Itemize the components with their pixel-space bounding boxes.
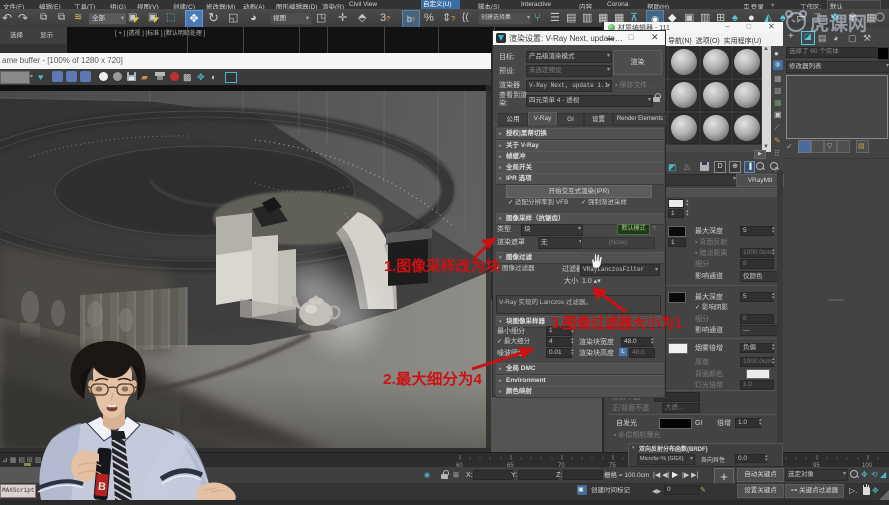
svg-text:B: B [98,481,107,494]
svg-text:虎课网: 虎课网 [810,12,867,35]
